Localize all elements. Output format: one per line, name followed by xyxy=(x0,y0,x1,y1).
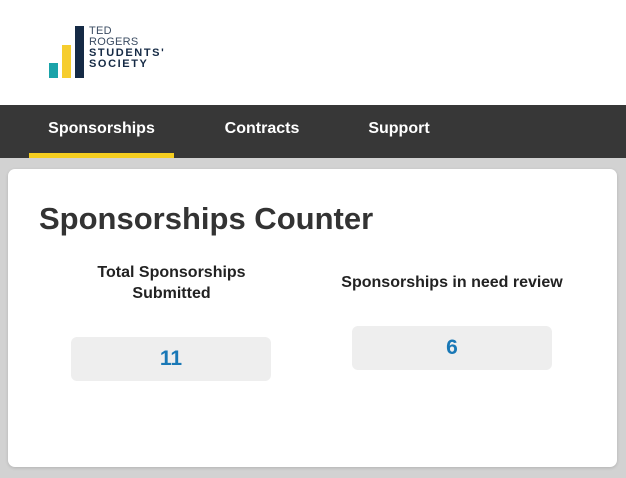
nav-item-contracts[interactable]: Contracts xyxy=(205,105,319,158)
site-header: TED ROGERS STUDENTS' SOCIETY xyxy=(0,0,626,105)
logo-wordmark: TED ROGERS STUDENTS' SOCIETY xyxy=(89,26,165,70)
review-sponsorships-count: 6 xyxy=(352,326,552,370)
main-navigation: Sponsorships Contracts Support xyxy=(0,105,626,158)
nav-item-support[interactable]: Support xyxy=(349,105,449,158)
logo-bar-yellow xyxy=(62,45,71,78)
ted-rogers-students-society-logo[interactable]: TED ROGERS STUDENTS' SOCIETY xyxy=(48,26,198,82)
page-title: Sponsorships Counter xyxy=(39,201,374,236)
nav-item-sponsorships[interactable]: Sponsorships xyxy=(29,105,174,158)
total-sponsorships-count: 11 xyxy=(71,337,271,381)
logo-bar-navy xyxy=(75,26,84,78)
review-sponsorships-label: Sponsorships in need review xyxy=(341,274,563,291)
sponsorships-counter-card: Sponsorships Counter Total Sponsorships … xyxy=(8,169,617,467)
logo-bar-teal xyxy=(49,63,58,78)
logo-line-4: SOCIETY xyxy=(89,58,149,70)
total-sponsorships-label: Total Sponsorships Submitted xyxy=(97,264,246,302)
